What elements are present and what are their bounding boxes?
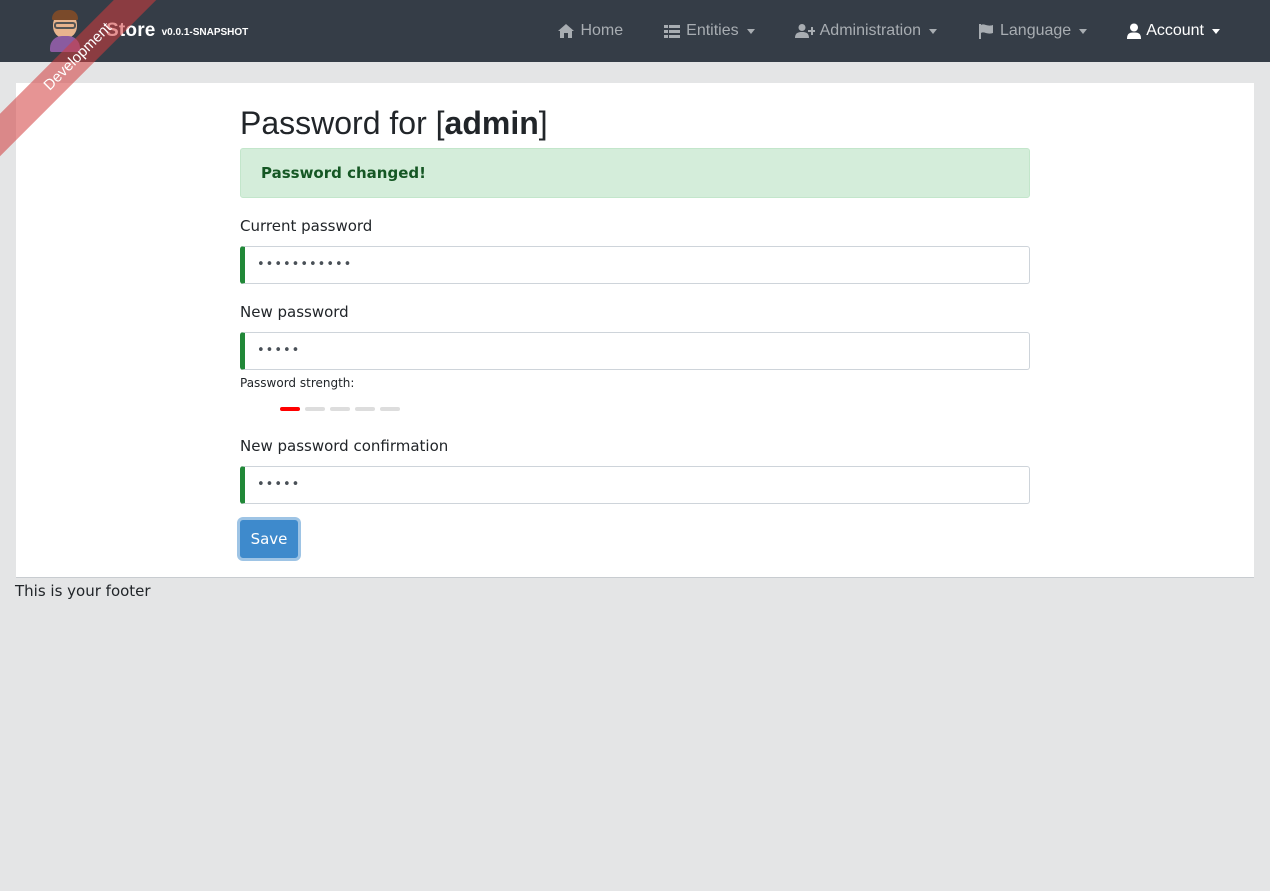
confirm-password-label: New password confirmation <box>240 437 449 455</box>
nav-account[interactable]: Account <box>1107 0 1240 62</box>
logo <box>50 10 80 52</box>
page-title: Password for [admin] <box>240 105 548 142</box>
navbar: Store v0.0.1-SNAPSHOT Home Entities Admi… <box>0 0 1270 62</box>
nav-language[interactable]: Language <box>957 0 1107 62</box>
strength-segment <box>305 407 325 411</box>
nav-entities-label: Entities <box>686 22 739 39</box>
nav-home[interactable]: Home <box>537 0 643 62</box>
flag-icon <box>979 24 993 39</box>
current-password-label: Current password <box>240 217 373 235</box>
nav-home-label: Home <box>580 22 624 39</box>
brand-title: Store <box>106 20 156 41</box>
page-title-prefix: Password for [ <box>240 105 445 141</box>
table-list-icon <box>664 25 681 38</box>
strength-segment <box>380 407 400 411</box>
chevron-down-icon <box>1212 28 1220 34</box>
chevron-down-icon <box>1079 28 1088 34</box>
chevron-down-icon <box>746 28 755 34</box>
strength-segment <box>355 407 375 411</box>
new-password-label: New password <box>240 303 349 321</box>
brand-link[interactable]: Store v0.0.1-SNAPSHOT <box>50 8 248 54</box>
password-strength-label: Password strength: <box>240 376 355 390</box>
page-title-username: admin <box>444 105 539 141</box>
footer: This is your footer <box>15 582 151 600</box>
success-alert: Password changed! <box>240 148 1030 198</box>
strength-segment <box>280 407 300 411</box>
user-plus-icon <box>794 24 815 38</box>
nav-language-label: Language <box>1000 22 1072 39</box>
user-icon <box>1127 23 1142 39</box>
new-password-input[interactable]: ••••• <box>240 332 1030 370</box>
save-button[interactable]: Save <box>240 520 298 558</box>
nav-entities[interactable]: Entities <box>643 0 774 62</box>
current-password-input[interactable]: ••••••••••• <box>240 246 1030 284</box>
nav-administration[interactable]: Administration <box>775 0 957 62</box>
nav-administration-label: Administration <box>819 22 921 39</box>
strength-segment <box>330 407 350 411</box>
chevron-down-icon <box>929 28 937 34</box>
home-icon <box>558 24 575 38</box>
confirm-password-input[interactable]: ••••• <box>240 466 1030 504</box>
nav-menu: Home Entities Administration Language Ac… <box>537 0 1240 62</box>
page-title-suffix: ] <box>538 105 548 141</box>
nav-account-label: Account <box>1146 22 1204 39</box>
password-card: Password for [admin] Password changed! C… <box>16 83 1254 578</box>
brand-version: v0.0.1-SNAPSHOT <box>161 26 249 38</box>
